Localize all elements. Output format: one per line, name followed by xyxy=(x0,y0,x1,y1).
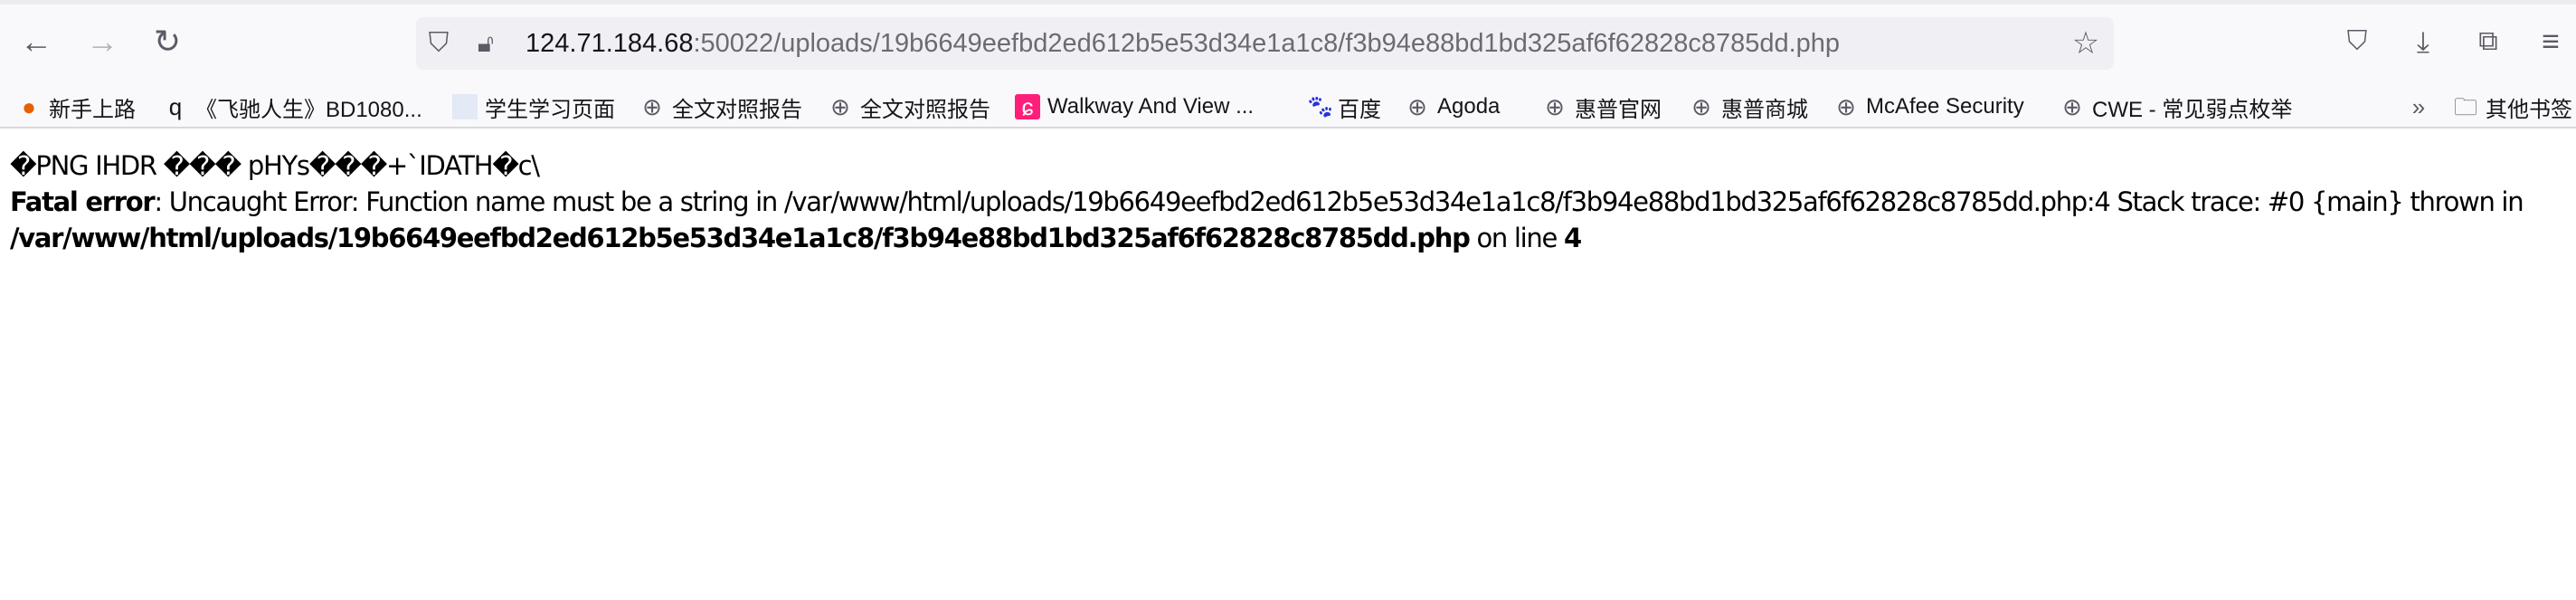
forward-arrow-icon[interactable]: → xyxy=(86,25,118,58)
bookmark-label: 全文对照报告 xyxy=(860,97,990,122)
firefox-icon: ● xyxy=(22,93,36,120)
download-icon[interactable]: ⤓ xyxy=(2417,27,2429,56)
globe-icon: ⊕ xyxy=(2062,93,2082,120)
url-host: 124.71.184.68 xyxy=(526,29,694,58)
globe-icon: ⊕ xyxy=(642,93,662,120)
globe-icon: ⊕ xyxy=(1545,93,1565,120)
on-line-text: on line xyxy=(1469,223,1564,253)
bookmark-item[interactable]: ⊕ CWE - 常见弱点枚举 xyxy=(2060,91,2292,122)
globe-icon: ⊕ xyxy=(1407,93,1427,120)
bookmark-label: CWE - 常见弱点枚举 xyxy=(2092,97,2293,122)
globe-icon: ⊕ xyxy=(1836,93,1856,120)
address-bar[interactable]: ⛉ 🔓︎ 124.71.184.68:50022/uploads/19b6649… xyxy=(416,17,2114,70)
url-text[interactable]: 124.71.184.68:50022/uploads/19b6649eefbd… xyxy=(526,29,1840,59)
error-line-number: 4 xyxy=(1563,223,1582,253)
bookmark-label: 学生学习页面 xyxy=(485,97,615,122)
bookmark-label: McAfee Security xyxy=(1866,94,2024,119)
bookmark-item[interactable]: 学生学习页面 xyxy=(452,91,615,122)
walkway-icon: ɕ xyxy=(1015,94,1040,119)
bookmark-label: 全文对照报告 xyxy=(672,97,802,122)
fatal-error-label: Fatal error xyxy=(10,186,156,217)
bookmark-item[interactable]: ⊕ Agoda xyxy=(1405,91,1500,122)
bookmark-item[interactable]: ⊕ 惠普官网 xyxy=(1542,91,1662,122)
url-path: :50022/uploads/19b6649eefbd2ed612b5e53d3… xyxy=(693,29,1841,58)
bookmark-item[interactable]: ● 新手上路 xyxy=(16,91,136,122)
bookmark-label: 惠普商城 xyxy=(1721,97,1808,122)
shield-icon[interactable]: ⛉ xyxy=(429,30,450,57)
browser-toolbar: ← → ↻ ⛉ 🔓︎ 124.71.184.68:50022/uploads/1… xyxy=(0,5,2576,129)
php-error-message: Fatal error: Uncaught Error: Function na… xyxy=(10,184,2570,256)
bookmark-label: Walkway And View ... xyxy=(1047,94,1255,119)
baidu-paw-icon: 🐾︎ xyxy=(1305,93,1336,120)
bookmark-label: 《飞驰人生》BD1080... xyxy=(195,97,422,122)
bookmark-item[interactable]: ⊕ 全文对照报告 xyxy=(639,91,802,122)
other-bookmarks-folder[interactable]: 🗀︎ 其他书签 xyxy=(2453,91,2572,122)
bookmark-label: Agoda xyxy=(1437,94,1501,119)
insecure-lock-icon[interactable]: 🔓︎ xyxy=(478,31,494,56)
extensions-icon[interactable]: ⧉ xyxy=(2478,28,2497,55)
page-content: �PNG IHDR ��� pHYs���+`IDATH�c\ Fatal er… xyxy=(10,148,2570,256)
binary-garbage-text: �PNG IHDR ��� pHYs���+`IDATH�c\ xyxy=(10,150,540,181)
bookmark-item[interactable]: ⊕ 全文对照报告 xyxy=(828,91,990,122)
bookmark-label: 其他书签 xyxy=(2486,97,2572,122)
blank-page-icon xyxy=(452,94,478,119)
bookmark-item[interactable]: ⊕ McAfee Security xyxy=(1833,91,2024,122)
reload-icon[interactable]: ↻ xyxy=(154,25,181,58)
folder-icon: 🗀︎ xyxy=(2453,93,2477,120)
globe-icon: ⊕ xyxy=(1691,93,1711,120)
menu-icon[interactable]: ≡ xyxy=(2542,26,2560,57)
error-file-path: /var/www/html/uploads/19b6649eefbd2ed612… xyxy=(10,223,1471,253)
error-text: : Uncaught Error: Function name must be … xyxy=(154,186,2524,217)
star-bookmark-icon[interactable]: ☆ xyxy=(2072,28,2099,59)
chevron-double-right-icon: » xyxy=(2411,93,2426,120)
bookmark-label: 新手上路 xyxy=(49,97,136,122)
bookmark-item[interactable]: q 《飞驰人生》BD1080... xyxy=(163,91,422,122)
bookmarks-overflow-button[interactable]: » xyxy=(2406,91,2439,122)
bookmark-label: 惠普官网 xyxy=(1575,97,1662,122)
bookmark-item[interactable]: 🐾︎ 百度 xyxy=(1305,91,1381,122)
bookmark-item[interactable]: ⊕ 惠普商城 xyxy=(1689,91,1808,122)
bookmark-label: 百度 xyxy=(1338,97,1381,122)
globe-icon: ⊕ xyxy=(830,93,850,120)
back-arrow-icon[interactable]: ← xyxy=(20,25,52,58)
pocket-icon[interactable]: ⛉ xyxy=(2347,28,2368,55)
bookmark-item[interactable]: ɕ Walkway And View ... xyxy=(1015,91,1254,122)
q-icon: q xyxy=(168,93,183,120)
